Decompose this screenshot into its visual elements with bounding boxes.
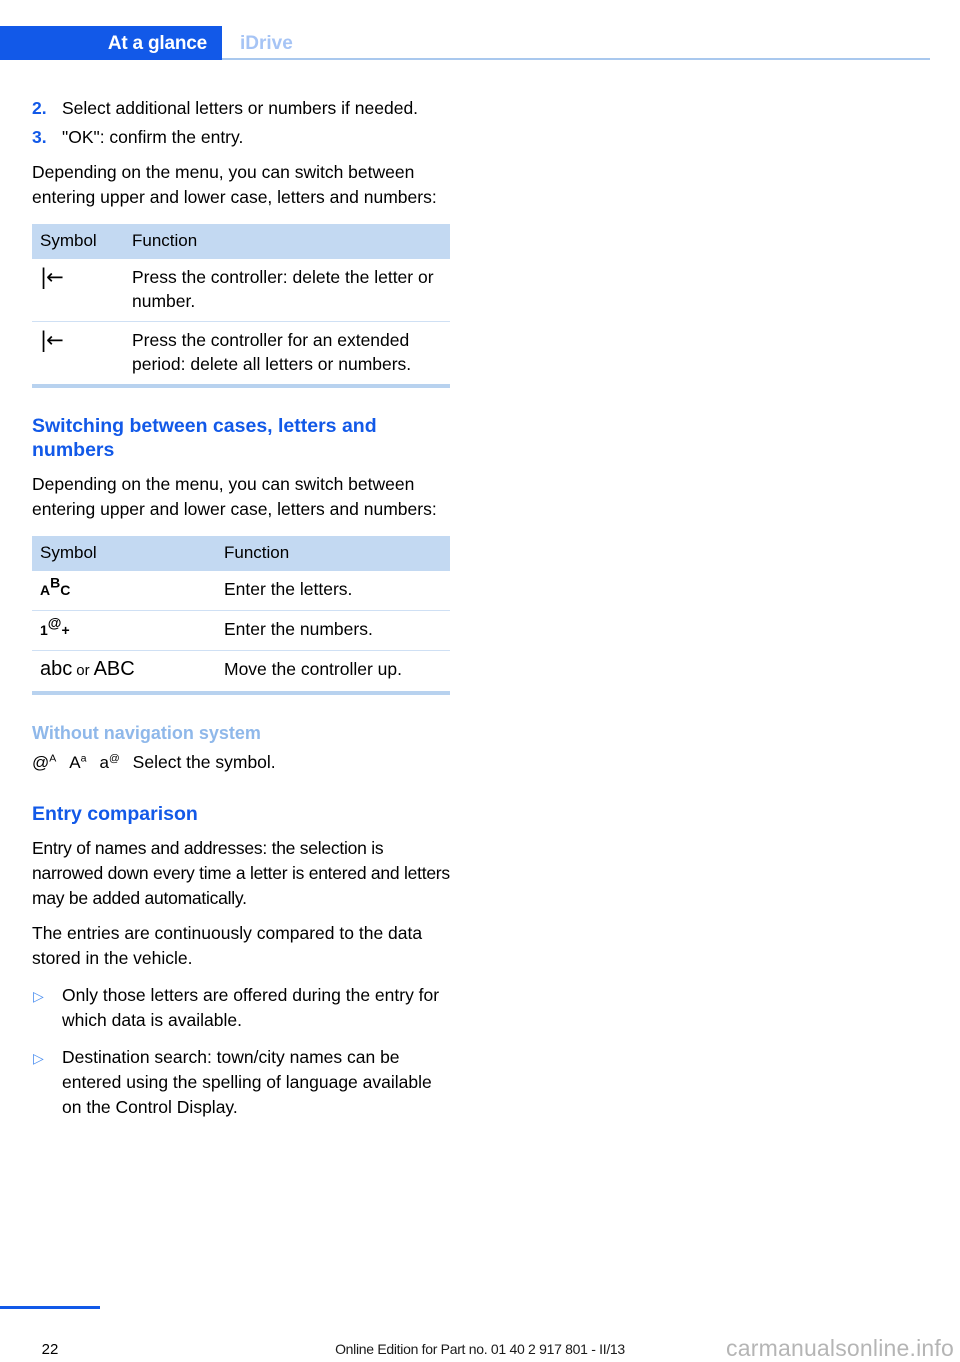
cell-symbol: ABC — [32, 571, 216, 611]
heading-entry-comparison: Entry comparison — [32, 803, 198, 825]
symbol-tail: C — [60, 582, 71, 598]
bullet-text: Destination search: town/city names can … — [62, 1047, 432, 1117]
step-number: 2. — [32, 98, 47, 118]
letters-mode-icon: ABC — [40, 576, 71, 600]
numbered-step: 2. Select additional letters or numbers … — [32, 96, 450, 121]
column-header-symbol: Symbol — [32, 224, 124, 259]
page-header: At a glance iDrive — [0, 26, 960, 60]
case-toggle-icon: abc or ABC — [40, 658, 135, 680]
column-header-function: Function — [124, 224, 450, 259]
table-row: 1@+ Enter the numbers. — [32, 610, 450, 651]
table-row: abc or ABC Move the controller up. — [32, 650, 450, 693]
symbol-superscript: A — [49, 752, 57, 765]
table-row: |← Press the controller for an extended … — [32, 321, 450, 386]
intro-paragraph: Depending on the menu, you can switch be… — [32, 162, 437, 207]
symbol-base: A — [40, 582, 51, 598]
entry-paragraph: The entries are continuously compared to… — [32, 923, 423, 968]
symbol-superscript: a — [80, 752, 87, 765]
bullet-item: ▷ Only those letters are offered during … — [32, 983, 450, 1033]
cell-symbol: 1@+ — [32, 610, 216, 651]
site-watermark: carmanualsonline.info — [726, 1335, 954, 1361]
without-nav-instruction: Select the symbol. — [132, 752, 276, 772]
cell-symbol: |← — [32, 321, 124, 386]
cell-function: Enter the numbers. — [216, 610, 450, 651]
triangle-bullet-icon: ▷ — [33, 1050, 44, 1066]
header-section-label: iDrive — [240, 33, 293, 54]
symbol-superscript: @ — [108, 752, 120, 765]
step-number: 3. — [32, 127, 47, 147]
triangle-bullet-icon: ▷ — [33, 988, 44, 1004]
header-tab-label: At a glance — [107, 33, 207, 54]
cell-function: Enter the letters. — [224, 579, 353, 599]
cell-symbol: |← — [32, 259, 124, 322]
symbol-base: @ — [32, 753, 50, 772]
column-header-symbol: Symbol — [32, 536, 216, 571]
header-divider — [222, 58, 930, 60]
bullet-text: Only those letters are offered during th… — [62, 985, 440, 1030]
bullet-item: ▷ Destination search: town/city names ca… — [32, 1045, 450, 1120]
symbol-function-table-two: Symbol Function ABC Enter the letters. 1… — [32, 536, 450, 695]
switching-paragraph: Depending on the menu, you can switch be… — [32, 474, 437, 519]
cell-function: Move the controller up. — [216, 650, 450, 693]
symbol-function-table-one: Symbol Function |← Press the controller:… — [32, 224, 450, 388]
symbol-base: 1 — [40, 622, 48, 638]
footer-divider — [0, 1306, 100, 1309]
symbol-superscript: @ — [47, 614, 62, 631]
cell-function: Press the controller: delete the letter … — [132, 267, 434, 311]
numbers-mode-icon: 1@+ — [40, 616, 70, 640]
heading-without-navigation-system: Without navigation system — [32, 723, 261, 743]
uppercase-lowercase-icon: Aa — [69, 753, 99, 772]
cell-function: Press the controller for an extended per… — [124, 321, 450, 386]
backspace-icon: |← — [40, 328, 64, 352]
step-text: Select additional letters or numbers if … — [62, 98, 419, 118]
symbol-superscript: B — [50, 574, 61, 591]
symbol-uppercase: ABC — [93, 658, 135, 680]
at-uppercase-icon: @A — [32, 753, 69, 772]
without-nav-symbol-row: @A Aa a@ Select the symbol. — [32, 749, 450, 776]
table-row: |← Press the controller: delete the lett… — [32, 259, 450, 322]
symbol-tail: + — [61, 622, 70, 638]
header-tab-at-a-glance: At a glance — [0, 26, 222, 60]
table-row: ABC Enter the letters. — [32, 571, 450, 611]
numbered-step: 3. "OK": confirm the entry. — [32, 125, 450, 150]
backspace-icon: |← — [40, 265, 64, 289]
step-text: "OK": confirm the entry. — [62, 127, 244, 147]
symbol-base: A — [69, 753, 81, 772]
content-column: 2. Select additional letters or numbers … — [32, 96, 450, 1120]
symbol-joiner: or — [76, 662, 90, 679]
symbol-lowercase: abc — [40, 658, 73, 680]
heading-switching-between-cases: Switching between cases, letters and num… — [32, 415, 377, 461]
table-header-row: Symbol Function — [32, 536, 450, 571]
symbol-base: a — [99, 753, 109, 772]
table-header-row: Symbol Function — [32, 224, 450, 259]
entry-paragraph: Entry of names and addresses: the select… — [32, 838, 450, 908]
cell-symbol: abc or ABC — [32, 650, 216, 693]
lowercase-at-icon: a@ — [100, 753, 133, 772]
column-header-function: Function — [216, 536, 450, 571]
